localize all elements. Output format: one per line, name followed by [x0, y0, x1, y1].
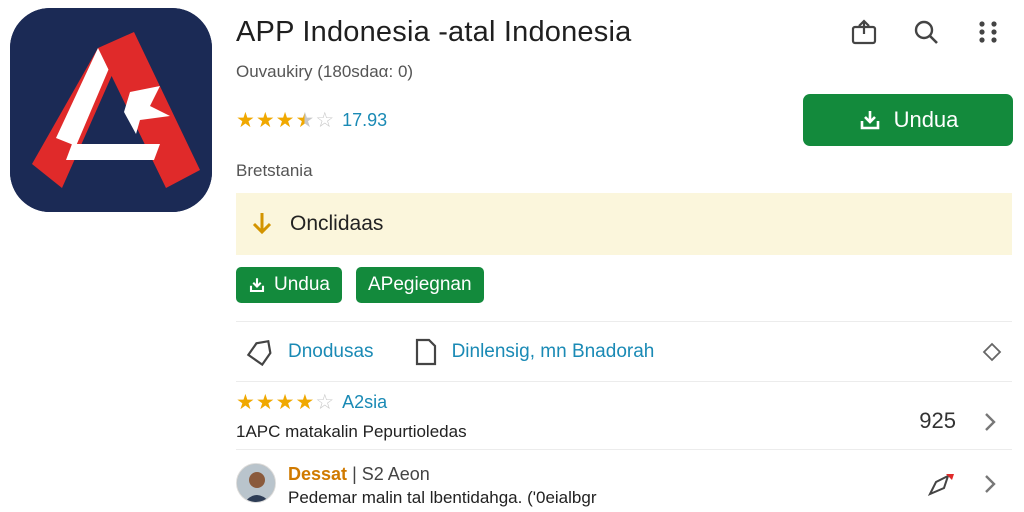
link-second[interactable]: Dinlensig, mn Bnadorah [414, 337, 655, 367]
notice-text: Onclidaas [290, 212, 384, 235]
download-icon [860, 111, 879, 130]
comment-author: Dessat [288, 464, 348, 484]
tag-label: Undua [274, 274, 330, 295]
star-full-icon: ★ [275, 391, 295, 414]
review-summary-row[interactable]: ★ ★ ★ ★ ☆ A2sia 1APC matakalin Pepurtiol… [236, 392, 1012, 456]
review-label: A2sia [342, 392, 388, 412]
star-full-icon: ★ [236, 391, 255, 414]
share-icon[interactable] [842, 10, 886, 54]
star-full-icon: ★ [236, 109, 255, 132]
rating-row: ★ ★ ★ ★ ☆ 17.93 [236, 110, 387, 131]
category-label: Bretstania [236, 161, 313, 180]
flag-icon[interactable] [926, 470, 956, 498]
search-icon[interactable] [904, 10, 948, 54]
diamond-icon[interactable] [982, 342, 1002, 362]
top-actions [842, 10, 1010, 54]
tag-icon [246, 339, 272, 367]
tag-apegiegnan-button[interactable]: APegiegnan [356, 267, 484, 303]
star-empty-icon: ☆ [315, 109, 335, 132]
app-title: APP Indonesia -atal Indonesia [236, 16, 632, 48]
link-second-label: Dinlensig, mn Bnadorah [451, 341, 655, 362]
link-first-label: Dnodusas [288, 341, 374, 362]
rating-value: 17.93 [342, 110, 388, 130]
comment-header: Dessat | S2 Aeon [288, 464, 430, 484]
app-subtitle: Ouvaukiry (180sdaα: 0) [236, 62, 414, 81]
comment-row[interactable]: Dessat | S2 Aeon Pedemar malin tal lbent… [236, 460, 1012, 510]
link-first[interactable]: Dnodusas [244, 337, 374, 367]
star-full-icon: ★ [255, 391, 275, 414]
star-full-icon: ★ [255, 109, 275, 132]
app-icon [10, 8, 212, 212]
document-icon [415, 338, 436, 366]
chevron-right-icon[interactable] [982, 410, 998, 434]
links-row: Dnodusas Dinlensig, mn Bnadorah [236, 330, 1012, 374]
arrow-down-icon [252, 213, 272, 235]
star-half-icon: ★ [295, 109, 315, 132]
comment-meta: S2 Aeon [361, 464, 430, 484]
review-stars: ★ ★ ★ ★ ☆ A2sia [236, 392, 387, 413]
install-button[interactable]: Undua [803, 94, 1013, 146]
rating-stars: ★ ★ ★ ★ ☆ [236, 110, 334, 131]
divider [236, 321, 1012, 322]
more-icon[interactable] [966, 10, 1010, 54]
star-empty-icon: ☆ [315, 391, 335, 414]
avatar [236, 463, 276, 503]
tag-label: APegiegnan [368, 274, 472, 295]
star-full-icon: ★ [275, 109, 295, 132]
star-full-icon: ★ [295, 391, 315, 414]
notice-banner: Onclidaas [236, 193, 1012, 255]
install-button-label: Undua [893, 107, 959, 132]
chevron-right-icon[interactable] [982, 472, 998, 496]
divider [236, 381, 1012, 382]
tag-undua-button[interactable]: Undua [236, 267, 342, 303]
comment-text: Pedemar malin tal lbentidahga. ('0eialbg… [288, 488, 597, 507]
download-icon [249, 278, 265, 293]
review-count: 925 [919, 408, 956, 433]
tag-row: Undua APegiegnan [236, 267, 484, 303]
review-text: 1APC matakalin Pepurtioledas [236, 422, 467, 441]
divider [236, 449, 1012, 450]
